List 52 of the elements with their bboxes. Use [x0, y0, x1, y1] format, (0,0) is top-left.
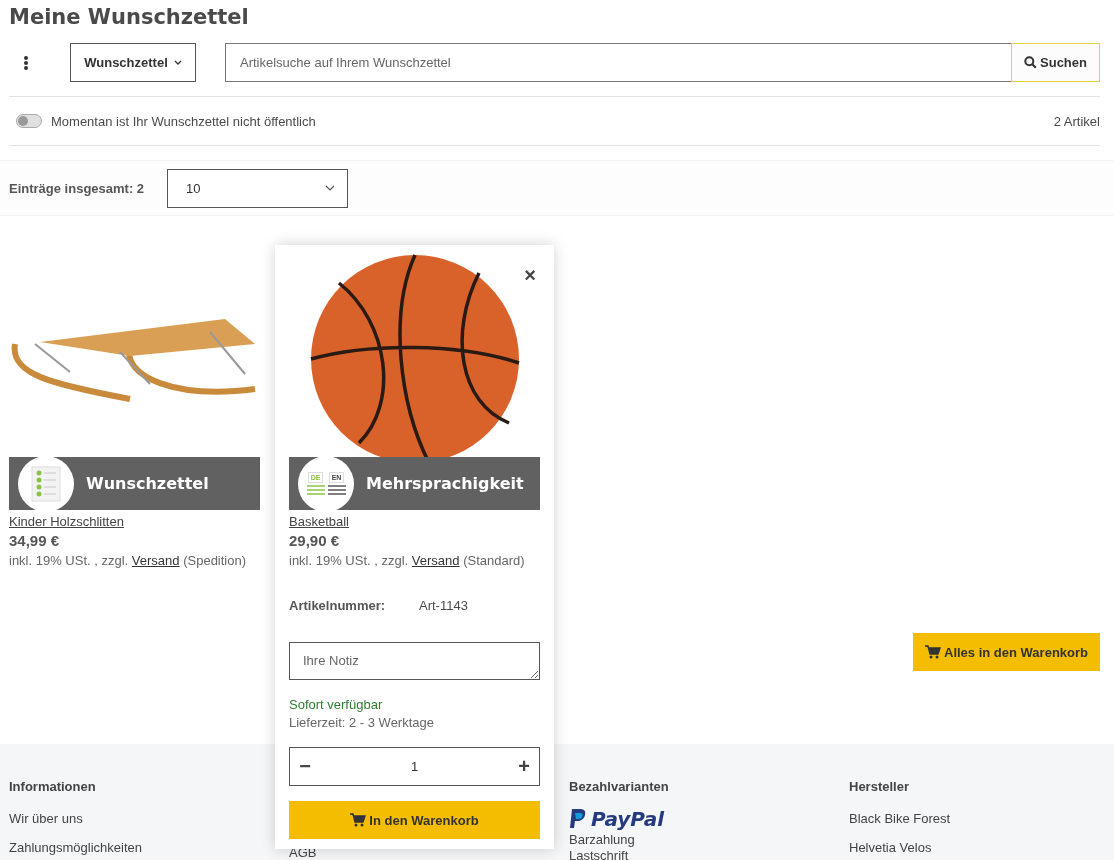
cart-icon [925, 645, 941, 659]
cart-icon [350, 813, 367, 827]
search-button[interactable]: Suchen [1011, 43, 1100, 82]
add-all-to-cart-button[interactable]: Alles in den Warenkorb [913, 633, 1100, 671]
wishlist-dropdown[interactable]: Wunschzettel [70, 43, 196, 82]
payment-method: Lastschrift [569, 848, 629, 860]
footer-link[interactable]: Black Bike Forest [849, 811, 951, 826]
footer-link[interactable]: Zahlungsmöglichkeiten [9, 840, 142, 855]
availability-status: Sofort verfügbar [289, 697, 384, 712]
footer-link[interactable]: Wir über uns [9, 811, 83, 826]
per-page-dropdown[interactable]: 10 [167, 168, 348, 208]
shipping-link[interactable]: Versand [411, 553, 460, 568]
lines-icon [306, 485, 325, 495]
footer-heading: Informationen [9, 779, 96, 794]
public-toggle[interactable] [16, 114, 42, 128]
page-title: Meine Wunschzettel [9, 4, 250, 31]
banner-title: Wunschzettel [86, 474, 209, 493]
more-options-icon[interactable] [23, 54, 29, 71]
lines-icon [327, 485, 346, 495]
shipping-link[interactable]: Versand [131, 553, 180, 568]
paypal-logo: PayPal [569, 807, 665, 831]
item-count: 2 Artikel [1053, 113, 1100, 129]
quantity-stepper[interactable]: − 1 + [289, 747, 540, 786]
product-name-link[interactable]: Basketball [289, 514, 540, 529]
banner-title: Mehrsprachigkeit [366, 474, 524, 493]
chevron-down-icon [173, 59, 182, 66]
search-field[interactable]: Artikelsuche auf Ihrem Wunschzettel [225, 43, 1011, 82]
increase-button[interactable]: + [509, 755, 539, 778]
footer-heading: Hersteller [849, 779, 909, 794]
sku-value: Art-1143 [419, 598, 468, 613]
footer-link[interactable]: Helvetia Velos [849, 840, 932, 855]
checklist-icon [31, 465, 61, 502]
product-price: 34,99 € [9, 532, 61, 549]
sku-label: Artikelnummer: [289, 598, 387, 613]
delivery-time: Lieferzeit: 2 - 3 Werktage [289, 715, 435, 730]
product-name-link[interactable]: Kinder Holzschlitten [9, 514, 260, 529]
search-icon [1024, 56, 1037, 69]
shipping-type: (Spedition) [183, 553, 247, 568]
tax-note: inkl. 19% USt. , zzgl. [289, 553, 409, 568]
tax-note: inkl. 19% USt. , zzgl. [9, 553, 129, 568]
footer-heading: Bezahlvarianten [569, 779, 669, 794]
product-price: 29,90 € [289, 532, 341, 549]
add-to-cart-button[interactable]: In den Warenkorb [289, 801, 540, 839]
visibility-label: Momentan ist Ihr Wunschzettel nicht öffentlich [51, 113, 317, 129]
chevron-down-icon [325, 185, 335, 191]
quantity-value: 1 [410, 759, 419, 774]
entries-total: Einträge insgesamt: 2 [9, 180, 146, 196]
note-field[interactable]: Ihre Notiz [289, 642, 540, 680]
shipping-type: (Standard) [463, 553, 525, 568]
payment-method: Barzahlung [569, 832, 635, 847]
decrease-button[interactable]: − [290, 755, 320, 778]
close-button[interactable]: × [524, 265, 536, 285]
